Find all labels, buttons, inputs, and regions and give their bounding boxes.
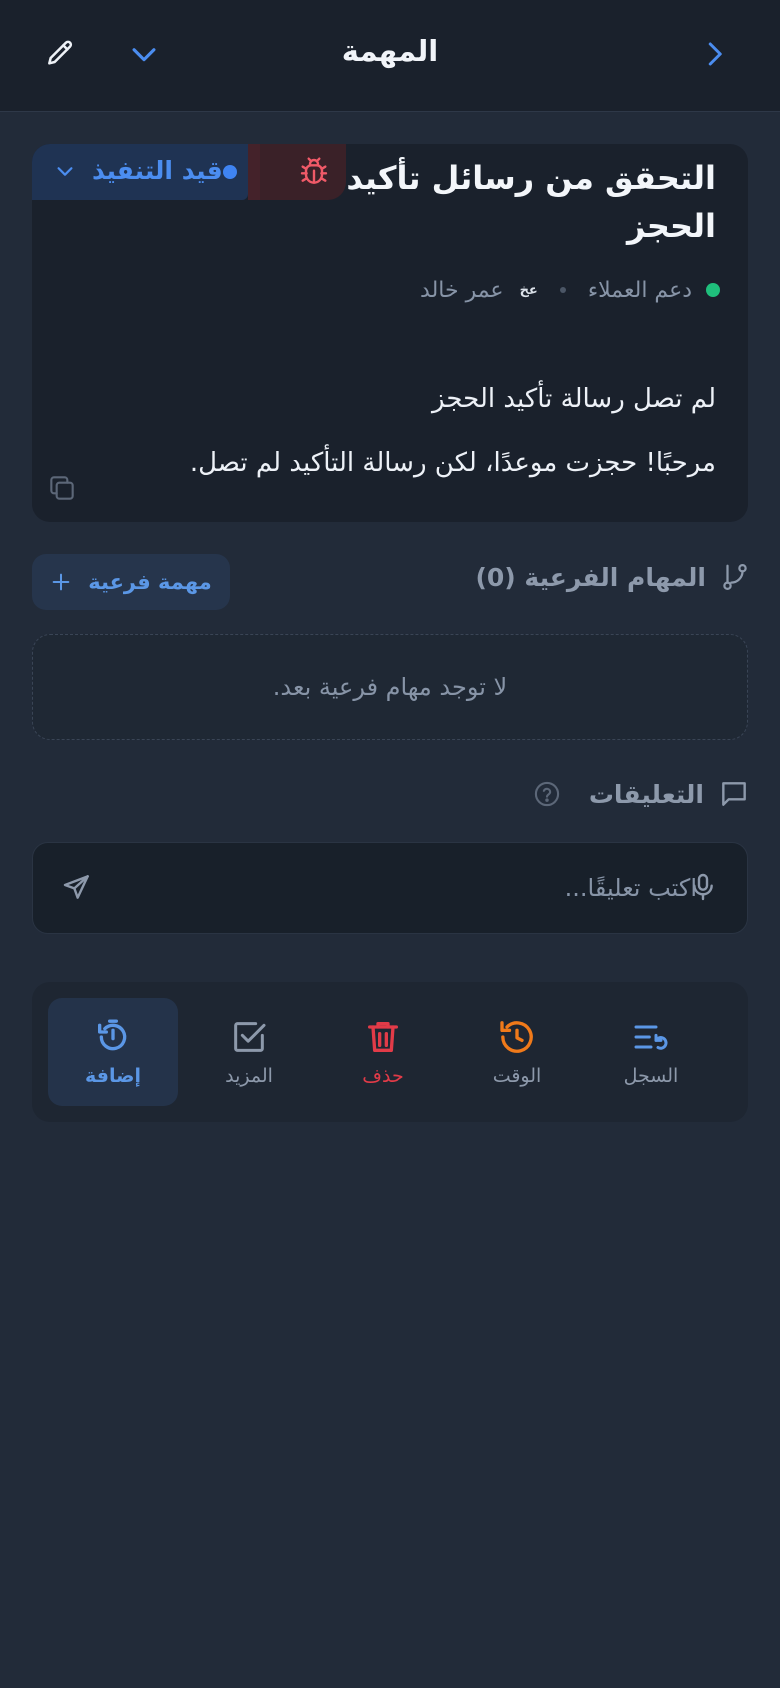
- history-list-icon: [634, 1025, 668, 1050]
- task-meta: دعم العملاء عخ عمر خالد: [420, 274, 720, 306]
- subtasks-empty-state: لا توجد مهام فرعية بعد.: [32, 634, 748, 740]
- trash-icon: [368, 1022, 398, 1052]
- task-title: التحقق من رسائل تأكيد الحجز: [346, 159, 716, 245]
- edit-button[interactable]: [38, 32, 82, 76]
- pencil-icon: [48, 40, 73, 65]
- type-accent: [248, 144, 260, 200]
- copy-icon: [50, 476, 74, 500]
- description-title: لم تصل رسالة تأكيد الحجز: [432, 384, 716, 414]
- history-label: السجل: [623, 1065, 679, 1087]
- clock-history-icon: [500, 1021, 533, 1053]
- action-bar: السجل الوقت حذف المزيد إضافة: [32, 982, 748, 1122]
- delete-label: حذف: [362, 1065, 404, 1087]
- time-button[interactable]: الوقت: [452, 998, 582, 1106]
- task-card: قيد التنفيذ التحقق من رسائل تأكيد الحجز …: [32, 144, 748, 522]
- add-time-label: إضافة: [85, 1065, 141, 1087]
- add-subtask-label: مهمة فرعية: [88, 570, 212, 594]
- category-dot: [706, 283, 720, 297]
- more-button[interactable]: المزيد: [184, 998, 314, 1106]
- chevron-down-icon: [57, 167, 73, 176]
- status-dropdown[interactable]: قيد التنفيذ: [32, 144, 248, 200]
- page-title: المهمة: [341, 34, 439, 68]
- description-body: مرحبًا! حجزت موعدًا، لكن رسالة التأكيد ل…: [189, 448, 716, 478]
- status-dot: [223, 165, 237, 179]
- timer-icon: [98, 1019, 127, 1051]
- delete-button[interactable]: حذف: [318, 998, 448, 1106]
- comments-title: التعليقات: [588, 779, 704, 809]
- chevron-down-icon: [132, 48, 156, 62]
- comment-composer: [32, 842, 748, 934]
- avatar: عخ: [519, 282, 538, 298]
- assignee-name[interactable]: عمر خالد: [420, 278, 504, 303]
- top-bar: المهمة: [0, 0, 780, 112]
- history-button[interactable]: السجل: [586, 998, 716, 1106]
- checkbox-icon: [234, 1022, 266, 1052]
- empty-text: لا توجد مهام فرعية بعد.: [272, 673, 508, 701]
- branch-icon: [723, 564, 747, 590]
- subtasks-heading: المهام الفرعية (0): [475, 562, 750, 592]
- plus-icon: [52, 573, 70, 591]
- subtasks-title: المهام الفرعية (0): [475, 562, 706, 592]
- status-label: قيد التنفيذ: [92, 156, 223, 185]
- collapse-button[interactable]: [122, 32, 166, 76]
- copy-button[interactable]: [46, 472, 78, 508]
- add-subtask-button[interactable]: مهمة فرعية: [32, 554, 230, 610]
- chevron-right-icon: [708, 42, 722, 66]
- question-icon[interactable]: [533, 780, 561, 808]
- time-label: الوقت: [492, 1065, 542, 1087]
- comment-icon: [722, 782, 746, 806]
- send-icon[interactable]: [61, 871, 93, 903]
- comment-input[interactable]: [123, 865, 703, 911]
- comments-heading: التعليقات: [533, 778, 750, 810]
- meta-separator: [559, 287, 566, 293]
- add-time-button[interactable]: إضافة: [48, 998, 178, 1106]
- more-label: المزيد: [225, 1065, 273, 1087]
- back-button[interactable]: [692, 32, 736, 76]
- category-label[interactable]: دعم العملاء: [588, 278, 692, 303]
